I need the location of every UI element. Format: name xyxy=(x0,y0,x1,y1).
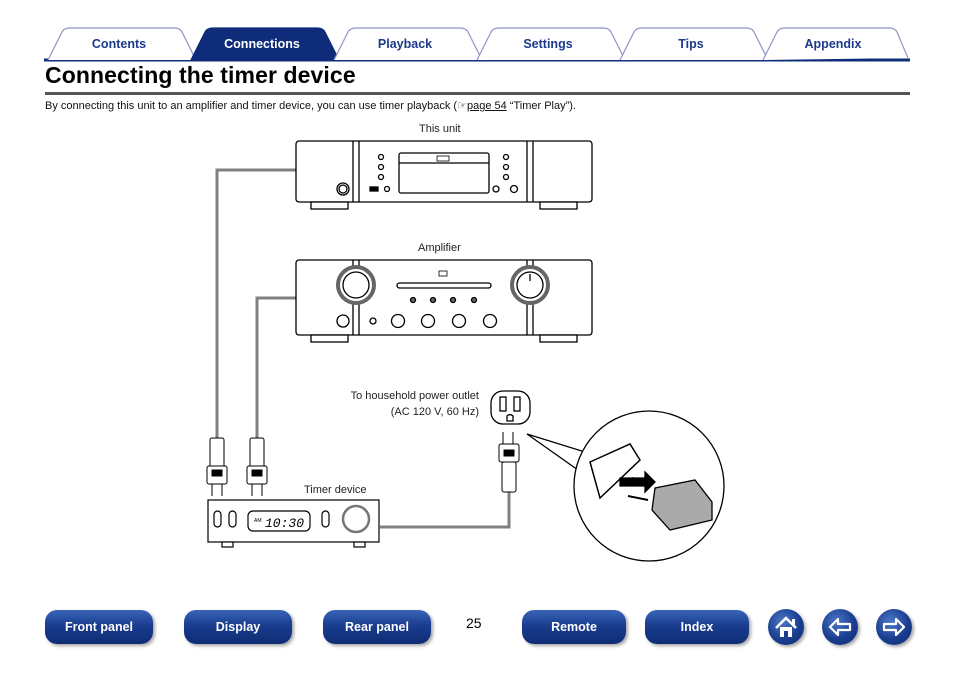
back-arrow-icon xyxy=(828,617,852,637)
amplifier-device xyxy=(295,259,593,343)
remote-button[interactable]: Remote xyxy=(522,610,626,644)
front-panel-button[interactable]: Front panel xyxy=(45,610,153,644)
this-unit-device xyxy=(295,140,593,210)
plug-insertion-callout xyxy=(526,410,725,562)
plug-2 xyxy=(246,437,268,496)
index-button[interactable]: Index xyxy=(645,610,749,644)
home-icon xyxy=(775,616,797,637)
forward-button[interactable] xyxy=(876,609,912,645)
amplifier-label: Amplifier xyxy=(418,242,461,254)
forward-arrow-icon xyxy=(882,617,906,637)
power-outlet-icon xyxy=(490,390,531,425)
timer-am-label: AM xyxy=(254,518,262,524)
display-button[interactable]: Display xyxy=(184,610,292,644)
connection-diagram: AM 10:30 xyxy=(206,140,725,562)
plug-3 xyxy=(498,432,520,493)
timer-time-display: 10:30 xyxy=(265,516,304,531)
this-unit-label: This unit xyxy=(419,123,461,135)
outlet-label-line1: To household power outlet xyxy=(350,390,479,402)
rear-panel-button[interactable]: Rear panel xyxy=(323,610,431,644)
outlet-label-line2: (AC 120 V, 60 Hz) xyxy=(390,406,479,418)
home-button[interactable] xyxy=(768,609,804,645)
back-button[interactable] xyxy=(822,609,858,645)
page-number: 25 xyxy=(466,615,482,631)
plug-1 xyxy=(206,437,228,496)
timer-device-label: Timer device xyxy=(304,484,367,496)
